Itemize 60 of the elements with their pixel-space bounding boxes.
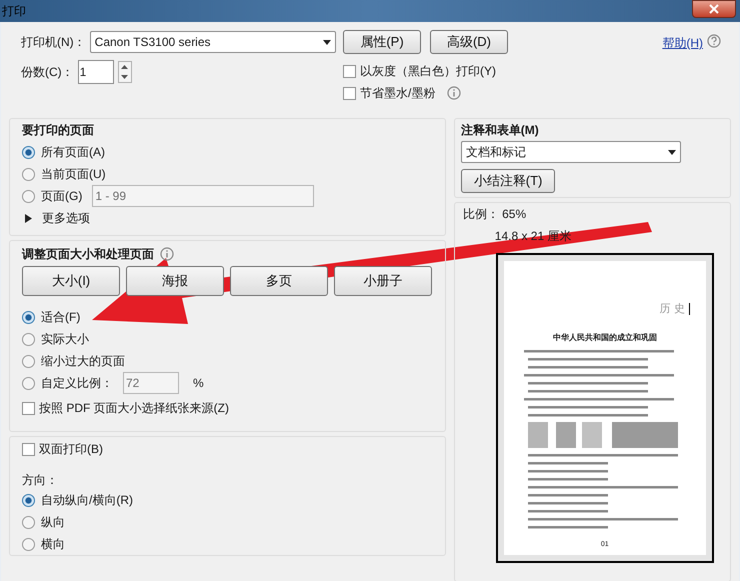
scale-label: 比例： 65% <box>462 206 528 223</box>
option-label: 缩小过大的页面 <box>41 353 125 370</box>
option-label: 所有页面(A) <box>41 144 105 161</box>
checkbox[interactable] <box>22 402 35 414</box>
copies-field[interactable]: 1 <box>78 60 114 84</box>
printer-label: 打印机(N)： <box>21 34 86 51</box>
option-label: 按照 PDF 页面大小选择纸张来源(Z) <box>39 400 229 417</box>
summarize-button[interactable]: 小结注释(T) <box>460 169 556 193</box>
sizing-mode-button[interactable]: 多页 <box>230 266 328 296</box>
section-title: 要打印的页面 <box>22 122 95 139</box>
checkbox[interactable] <box>22 442 35 456</box>
option-label: 当前页面(U) <box>41 166 106 183</box>
sizing-mode-button[interactable]: 海报 <box>126 266 224 296</box>
option-label: 自定义比例： <box>41 375 113 392</box>
window-title: 打印 <box>1 3 26 20</box>
annotations-dropdown[interactable]: 文档和标记 <box>460 141 681 163</box>
radio-button[interactable] <box>22 332 35 346</box>
option-label: 以灰度（黑白色）打印(Y) <box>360 63 496 80</box>
printer-button[interactable]: 属性(P) <box>343 30 421 54</box>
unit-label: % <box>193 375 204 392</box>
radio-button[interactable] <box>22 168 35 180</box>
option-label: 页面(G) <box>41 188 82 205</box>
down-arrow-icon <box>121 75 128 79</box>
document-subject: 历 史 <box>660 302 685 317</box>
help-link[interactable]: 帮助(H) <box>662 34 703 52</box>
info-icon[interactable] <box>160 247 174 261</box>
dropdown-arrow-icon <box>668 150 676 154</box>
spinner[interactable] <box>118 61 132 83</box>
printer-dropdown[interactable]: Canon TS3100 series <box>90 31 336 53</box>
option-label: 双面打印(B) <box>39 441 103 458</box>
radio-button[interactable] <box>22 516 35 528</box>
radio-button[interactable] <box>22 494 35 506</box>
section-title: 方向： <box>22 472 59 489</box>
option-label: 横向 <box>41 536 65 553</box>
close-icon <box>709 4 719 14</box>
checkbox[interactable] <box>343 64 356 78</box>
radio-button[interactable] <box>22 310 35 324</box>
dropdown-arrow-icon <box>322 40 331 44</box>
printer-button[interactable]: 高级(D) <box>430 30 508 54</box>
radio-button[interactable] <box>22 354 35 368</box>
close-button[interactable] <box>692 0 736 18</box>
up-arrow-icon <box>121 65 128 69</box>
section-title: 调整页面大小和处理页面 <box>22 246 154 263</box>
option-label: 适合(F) <box>41 309 80 326</box>
info-icon[interactable] <box>447 86 462 100</box>
sizing-mode-button[interactable]: 大小(I) <box>22 266 120 296</box>
checkbox[interactable] <box>343 86 356 100</box>
expand-triangle-icon[interactable] <box>25 214 32 222</box>
option-label: 纵向 <box>41 514 65 531</box>
more-options-link[interactable]: 更多选项 <box>42 209 90 227</box>
option-label: 实际大小 <box>41 331 89 348</box>
document-title: 中华人民共和国的成立和巩固 <box>552 332 658 344</box>
radio-button[interactable] <box>22 146 35 158</box>
option-label: 自动纵向/横向(R) <box>41 492 133 509</box>
radio-button[interactable] <box>22 538 35 550</box>
copies-label: 份数(C)： <box>21 64 74 81</box>
help-icon[interactable] <box>707 34 721 48</box>
option-label: 节省墨水/墨粉 <box>360 85 436 102</box>
section-title: 注释和表单(M) <box>460 122 540 139</box>
sizing-mode-button[interactable]: 小册子 <box>334 266 432 296</box>
